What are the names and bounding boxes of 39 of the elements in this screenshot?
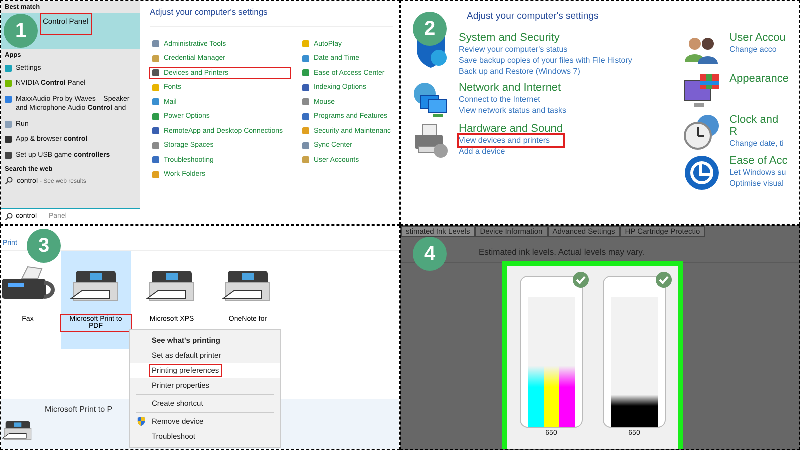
task-link[interactable]: Change date, ti [730, 138, 789, 149]
task-link[interactable]: View network status and tasks [459, 105, 566, 116]
search-icon [5, 177, 13, 186]
step-badge: 4 [413, 237, 447, 271]
category-link[interactable]: Clock and R [730, 114, 789, 138]
clock-icon [684, 114, 720, 150]
accessibility-icon [684, 155, 720, 191]
step-badge: 3 [27, 229, 61, 263]
search-icon [5, 212, 13, 220]
shield-icon [137, 417, 146, 426]
app-icon [5, 136, 12, 144]
task-link[interactable]: Add a device [459, 146, 563, 157]
category-link[interactable]: Network and Internet [459, 82, 566, 94]
task-link[interactable]: Review your computer's status [459, 44, 632, 55]
step-badge: 2 [413, 12, 447, 46]
task-link[interactable]: Connect to the Internet [459, 94, 566, 105]
device-name: Microsoft Print to P [45, 404, 113, 416]
task-link[interactable]: View devices and printers [459, 135, 563, 146]
network-icon [413, 82, 449, 118]
category-link[interactable]: User Accou [730, 32, 786, 44]
task-link[interactable]: Optimise visual [730, 178, 788, 189]
category-link[interactable]: Appearance [730, 73, 789, 85]
category-link[interactable]: System and Security [459, 32, 632, 44]
task-link[interactable]: Save backup copies of your files with File History [459, 55, 632, 66]
category-link[interactable]: Ease of Acc [730, 155, 788, 167]
task-link[interactable]: Back up and Restore (Windows 7) [459, 66, 632, 77]
app-icon [5, 65, 12, 72]
task-link[interactable]: Change acco [730, 44, 786, 55]
task-link[interactable]: Let Windows su [730, 167, 788, 178]
page-title: Adjust your computer's settings [466, 11, 600, 22]
app-icon [5, 120, 12, 128]
step-badge: 1 [4, 14, 38, 48]
monitor-icon [684, 73, 720, 109]
app-icon [5, 96, 12, 103]
printer-icon [413, 123, 449, 159]
app-icon [5, 152, 12, 159]
page-title: Adjust your computer's settings [150, 7, 393, 27]
app-icon [5, 80, 12, 88]
category-link[interactable]: Hardware and Sound [459, 123, 563, 135]
